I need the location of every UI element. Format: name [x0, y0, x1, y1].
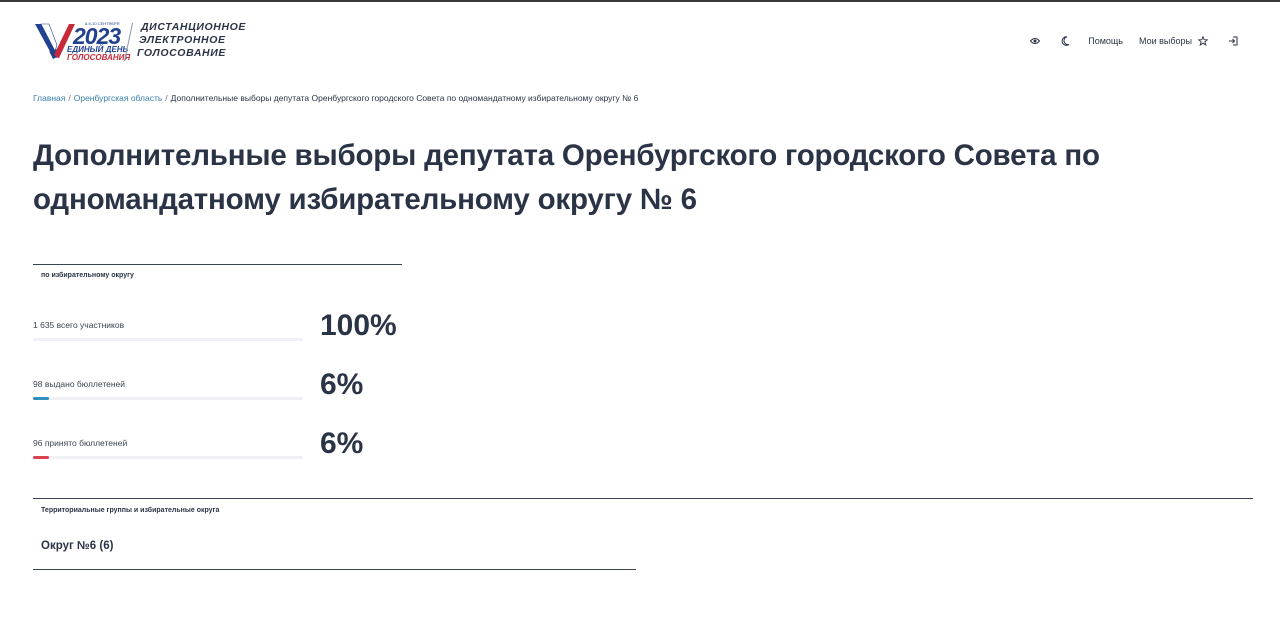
logo-title-line-1: ДИСТАНЦИОННОЕ [141, 21, 247, 33]
breadcrumb-current: Дополнительные выборы депутата Оренбургс… [170, 93, 639, 103]
stat-accepted: 96 принято бюллетеней 6% [33, 427, 413, 478]
stat-participants: 1 635 всего участников 100% [33, 309, 413, 360]
stat-percent: 100% [320, 309, 397, 342]
breadcrumb-region[interactable]: Оренбургская область [74, 93, 163, 103]
breadcrumb-separator: / [68, 93, 71, 103]
logout-icon[interactable] [1226, 34, 1240, 48]
territorial-caption: Территориальные группы и избирательные о… [41, 507, 220, 514]
top-border [0, 0, 1280, 2]
progress-fill [33, 456, 50, 459]
territorial-divider [33, 498, 1253, 499]
logo-title: ДИСТАНЦИОННОЕ ЭЛЕКТРОННОЕ ГОЛОСОВАНИЕ [137, 21, 247, 60]
logo-title-line-3: ГОЛОСОВАНИЕ [137, 47, 226, 59]
stats-divider [33, 264, 402, 265]
help-link[interactable]: Помощь [1088, 36, 1123, 46]
stat-percent: 6% [320, 368, 364, 401]
progress-fill [33, 397, 50, 400]
okrug-link[interactable]: Округ №6 (6) [41, 540, 113, 552]
stat-label: 96 принято бюллетеней [33, 438, 128, 448]
progress-track [33, 397, 303, 400]
stats-caption: по избирательному округу [41, 272, 134, 279]
stat-label: 98 выдано бюллетеней [33, 379, 126, 389]
stat-issued: 98 выдано бюллетеней 6% [33, 368, 413, 419]
logo[interactable]: 8-9-10 СЕНТЯБРЯ 2023 ЕДИНЫЙ ДЕНЬ ГОЛОСОВ… [33, 21, 248, 63]
breadcrumb-separator: / [165, 93, 168, 103]
logo-line2: ГОЛОСОВАНИЯ [67, 53, 131, 62]
eye-icon[interactable] [1028, 34, 1042, 48]
page-title: Дополнительные выборы депутата Оренбургс… [33, 139, 1100, 216]
stat-percent: 6% [320, 427, 364, 460]
progress-track [33, 338, 303, 341]
stat-label: 1 635 всего участников [33, 320, 125, 330]
breadcrumb-home[interactable]: Главная [33, 93, 65, 103]
top-nav: Помощь Мои выборы [1028, 34, 1240, 48]
breadcrumb: Главная / Оренбургская область / Дополнитель… [33, 93, 638, 103]
logo-title-line-2: ЭЛЕКТРОННОЕ [139, 34, 226, 46]
progress-track [33, 456, 303, 459]
my-elections-link[interactable]: Мои выборы [1139, 36, 1192, 46]
star-icon[interactable] [1196, 34, 1210, 48]
moon-icon[interactable] [1058, 34, 1072, 48]
okrug-divider [33, 569, 636, 570]
